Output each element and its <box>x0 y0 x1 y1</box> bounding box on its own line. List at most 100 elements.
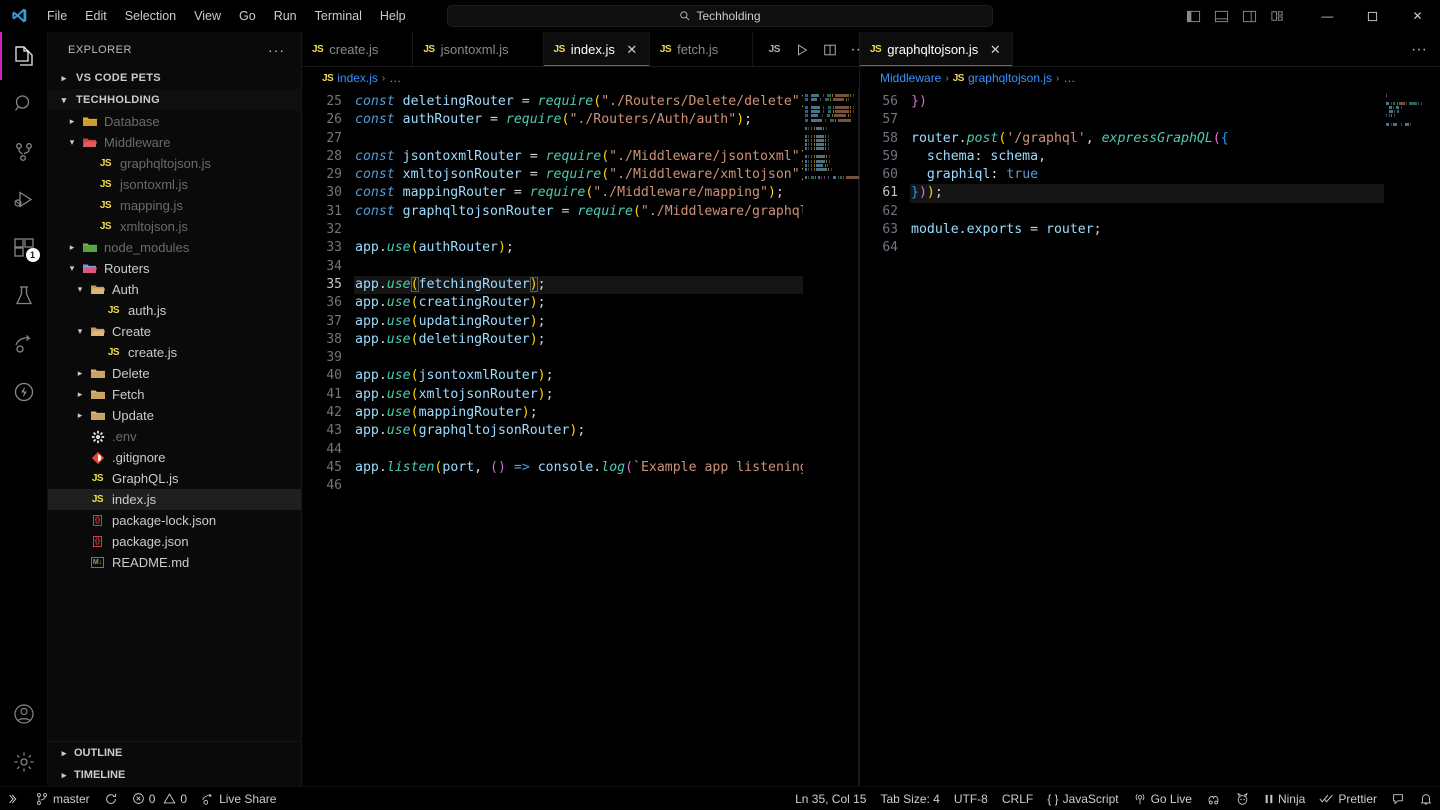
sidebar-section-timeline[interactable]: ▸ TIMELINE <box>48 764 301 786</box>
status-eol[interactable]: CRLF <box>995 788 1040 810</box>
command-center[interactable]: Techholding <box>447 4 993 27</box>
tree-item-index-js[interactable]: JS index.js <box>48 489 301 510</box>
close-tab-icon[interactable]: ✕ <box>988 42 1002 58</box>
close-button[interactable]: ✕ <box>1395 0 1440 32</box>
status-cat[interactable] <box>1228 788 1257 810</box>
code-editor-right[interactable]: 56 57 58 59 60 61 62 63 64 }) router.post('/grap… <box>860 89 1440 786</box>
code-line[interactable]: app.use(authRouter); <box>354 239 803 257</box>
tree-item-node-modules[interactable]: ▸ node_modules <box>48 237 301 258</box>
code-line[interactable]: app.listen(port, () => console.log(`Exam… <box>354 459 803 477</box>
menu-file[interactable]: File <box>39 4 75 28</box>
status-cursor-position[interactable]: Ln 35, Col 15 <box>788 788 873 810</box>
breadcrumb-file[interactable]: index.js <box>337 71 378 85</box>
activity-item-thunder-client[interactable] <box>0 368 48 416</box>
activity-item-testing[interactable] <box>0 272 48 320</box>
more-actions-button[interactable]: ··· <box>1406 37 1432 63</box>
code-line[interactable]: app.use(creatingRouter); <box>354 294 803 312</box>
menu-edit[interactable]: Edit <box>77 4 115 28</box>
menu-help[interactable]: Help <box>372 4 414 28</box>
code-line[interactable]: const graphqltojsonRouter = require("./M… <box>354 203 803 221</box>
toggle-primary-sidebar-icon[interactable] <box>1179 2 1207 30</box>
menu-go[interactable]: Go <box>231 4 264 28</box>
code-line[interactable]: })); <box>910 184 1384 203</box>
code-line[interactable] <box>910 111 1384 129</box>
tree-item-auth-js[interactable]: JS auth.js <box>48 300 301 321</box>
tree-item-auth[interactable]: ▾ Auth <box>48 279 301 300</box>
status-prettier[interactable]: Prettier <box>1312 788 1384 810</box>
menu-view[interactable]: View <box>186 4 229 28</box>
sidebar-section-outline[interactable]: ▸ OUTLINE <box>48 742 301 764</box>
code-line[interactable]: app.use(graphqltojsonRouter); <box>354 422 803 440</box>
code-line[interactable]: graphiql: true <box>910 166 1384 184</box>
code-line[interactable]: app.use(updatingRouter); <box>354 313 803 331</box>
sidebar-section-techholding[interactable]: ▾ TECHHOLDING <box>48 89 301 111</box>
tree-item--gitignore[interactable]: .gitignore <box>48 447 301 468</box>
status-live-share[interactable]: Live Share <box>194 788 283 810</box>
activity-item-accounts[interactable] <box>0 690 48 738</box>
breadcrumb-file[interactable]: graphqltojson.js <box>968 71 1052 85</box>
status-feedback[interactable] <box>1384 788 1412 810</box>
code-line[interactable] <box>354 258 803 276</box>
tree-item--env[interactable]: .env <box>48 426 301 447</box>
minimap-right[interactable] <box>1384 89 1440 786</box>
tree-item-create-js[interactable]: JS create.js <box>48 342 301 363</box>
toggle-panel-icon[interactable] <box>1207 2 1235 30</box>
status-notifications[interactable] <box>1412 788 1440 810</box>
tree-item-delete[interactable]: ▸ Delete <box>48 363 301 384</box>
activity-item-search[interactable] <box>0 80 48 128</box>
close-tab-icon[interactable]: ✕ <box>625 42 639 58</box>
maximize-button[interactable] <box>1350 0 1395 32</box>
menu-run[interactable]: Run <box>266 4 305 28</box>
code-line[interactable] <box>354 477 803 495</box>
tab-fetch-js[interactable]: JSfetch.js✕ <box>649 32 754 67</box>
activity-item-extensions[interactable]: 1 <box>0 224 48 272</box>
menu-selection[interactable]: Selection <box>117 4 184 28</box>
status-ninja[interactable]: Ninja <box>1257 788 1312 810</box>
activity-item-run-and-debug[interactable] <box>0 176 48 224</box>
tree-item-package-lock-json[interactable]: {} package-lock.json <box>48 510 301 531</box>
status-tab-size[interactable]: Tab Size: 4 <box>873 788 946 810</box>
minimap-left[interactable] <box>803 89 859 786</box>
tab-create-js[interactable]: JScreate.js✕ <box>302 32 414 67</box>
tree-item-middleware[interactable]: ▾ Middleware <box>48 132 301 153</box>
status-remote-indicator[interactable] <box>0 788 28 810</box>
status-branch[interactable]: master <box>28 788 97 810</box>
code-line[interactable]: const deletingRouter = require("./Router… <box>354 93 803 111</box>
tab-graphqltojson-js[interactable]: JS graphqltojson.js ✕ <box>860 32 1014 67</box>
code-line[interactable] <box>354 349 803 367</box>
toggle-secondary-sidebar-icon[interactable] <box>1235 2 1263 30</box>
status-sync-changes[interactable] <box>97 788 125 810</box>
code-line[interactable]: module.exports = router; <box>910 221 1384 239</box>
code-line[interactable]: const xmltojsonRouter = require("./Middl… <box>354 166 803 184</box>
code-line[interactable] <box>354 130 803 148</box>
tree-item-package-json[interactable]: {} package.json <box>48 531 301 552</box>
code-line[interactable]: schema: schema, <box>910 148 1384 166</box>
code-line[interactable]: app.use(deletingRouter); <box>354 331 803 349</box>
breadcrumb-trail[interactable]: … <box>1063 71 1075 85</box>
code-line[interactable]: const authRouter = require("./Routers/Au… <box>354 111 803 129</box>
code-line[interactable]: const mappingRouter = require("./Middlew… <box>354 184 803 202</box>
sidebar-more-actions-icon[interactable]: ··· <box>268 42 293 58</box>
tree-item-routers[interactable]: ▾ Routers <box>48 258 301 279</box>
tree-item-xmltojson-js[interactable]: JS xmltojson.js <box>48 216 301 237</box>
activity-item-source-control[interactable] <box>0 128 48 176</box>
code-line[interactable] <box>910 239 1384 257</box>
code-line[interactable] <box>910 203 1384 221</box>
status-encoding[interactable]: UTF-8 <box>947 788 995 810</box>
code-content-right[interactable]: }) router.post('/graphql', expressGraphQ… <box>910 89 1384 786</box>
activity-item-live-share[interactable] <box>0 320 48 368</box>
breadcrumb-folder[interactable]: Middleware <box>880 71 941 85</box>
code-line[interactable] <box>354 441 803 459</box>
tab-jsontoxml-js[interactable]: JSjsontoxml.js✕ <box>413 32 544 67</box>
tree-item-graphqltojson-js[interactable]: JS graphqltojson.js <box>48 153 301 174</box>
tree-item-graphql-js[interactable]: JS GraphQL.js <box>48 468 301 489</box>
code-line[interactable]: const jsontoxmlRouter = require("./Middl… <box>354 148 803 166</box>
code-line[interactable]: app.use(mappingRouter); <box>354 404 803 422</box>
tree-item-jsontoxml-js[interactable]: JS jsontoxml.js <box>48 174 301 195</box>
tree-item-fetch[interactable]: ▸ Fetch <box>48 384 301 405</box>
code-line[interactable]: app.use(fetchingRouter); <box>354 275 803 295</box>
tree-item-readme-md[interactable]: M↓ README.md <box>48 552 301 573</box>
tree-item-mapping-js[interactable]: JS mapping.js <box>48 195 301 216</box>
split-editor-right-button[interactable] <box>817 37 843 63</box>
code-line[interactable] <box>354 221 803 239</box>
